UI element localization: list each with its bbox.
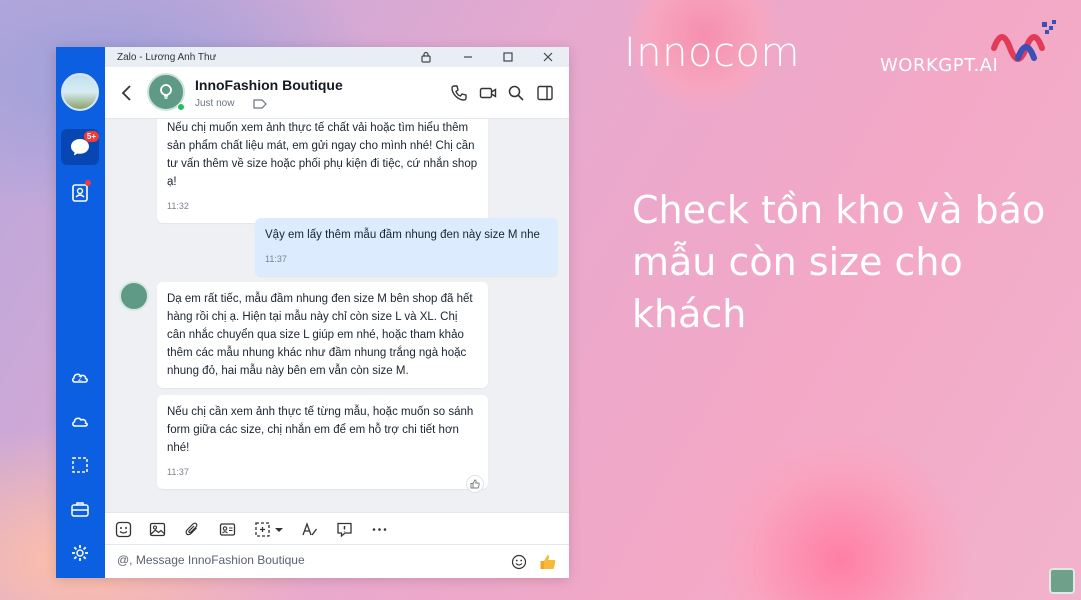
message-text: Dạ em rất tiếc, mẫu đầm nhung đen size M… (167, 293, 473, 377)
unread-badge: 5+ (83, 131, 99, 142)
sidebar: 5+ Z (56, 47, 105, 578)
message-time: 11:32 (167, 201, 189, 211)
cloud-icon (72, 417, 88, 427)
zalo-window: 5+ Z Zalo - Lương Anh Thư InnoFashion Bo… (56, 47, 569, 578)
window-titlebar: Zalo - Lương Anh Thư (105, 47, 569, 67)
message-bubble[interactable]: Dạ em rất tiếc, mẫu đầm nhung đen size M… (157, 282, 488, 388)
message-bubble-me[interactable]: Vậy em lấy thêm mẫu đầm nhung đen này si… (255, 218, 558, 276)
sidebar-item-settings[interactable] (61, 535, 99, 571)
gear-icon (72, 545, 88, 561)
more-options-icon[interactable] (371, 521, 388, 538)
sidebar-item-screenshot[interactable] (61, 447, 99, 483)
capture-icon[interactable] (254, 521, 271, 538)
search-icon[interactable] (507, 84, 525, 102)
sidebar-item-messages[interactable]: 5+ (61, 129, 99, 165)
contact-card-icon[interactable] (219, 521, 236, 538)
contacts-icon (72, 184, 88, 202)
sidebar-item-zcloud[interactable]: Z (61, 359, 99, 395)
chat-header: InnoFashion Boutique Just now (105, 67, 569, 119)
emoji-icon[interactable] (511, 554, 527, 570)
message-list: Nếu chị muốn xem ảnh thực tế chất vải ho… (105, 119, 569, 512)
message-text: Nếu chị muốn xem ảnh thực tế chất vải ho… (167, 122, 478, 188)
sticker-icon[interactable] (115, 521, 132, 538)
workgpt-logo-text: WORKGPT.AI (880, 55, 999, 76)
sidebar-item-cloud[interactable] (61, 403, 99, 439)
video-call-icon[interactable] (479, 84, 497, 102)
message-bubble[interactable]: Nếu chị muốn xem ảnh thực tế chất vải ho… (157, 119, 488, 223)
composer-toolbar (105, 512, 569, 545)
message-time: 11:37 (167, 467, 189, 477)
attachment-icon[interactable] (184, 521, 201, 538)
chevron-down-icon[interactable] (274, 521, 284, 538)
message-text: Nếu chị cần xem ảnh thực tế từng mẫu, ho… (167, 406, 474, 454)
user-avatar[interactable] (61, 73, 99, 111)
innocom-avatar-icon (160, 84, 172, 99)
message-time: 11:37 (265, 254, 287, 264)
phone-icon[interactable] (450, 84, 468, 102)
message-input[interactable] (117, 553, 497, 567)
text-format-icon[interactable] (301, 521, 318, 538)
chat-status: Just now (195, 98, 235, 109)
sidebar-toggle-icon[interactable] (536, 84, 554, 102)
message-text: Vậy em lấy thêm mẫu đầm nhung đen này si… (265, 229, 540, 241)
svg-text:Z: Z (78, 376, 82, 383)
online-indicator (177, 103, 185, 111)
close-button[interactable] (541, 50, 555, 64)
minimize-button[interactable] (461, 50, 475, 64)
contacts-dot (85, 180, 91, 186)
screenshot-icon (72, 457, 88, 473)
sidebar-item-contacts[interactable] (61, 175, 99, 211)
thumbs-up-icon (470, 479, 480, 489)
image-icon[interactable] (149, 521, 166, 538)
chat-name[interactable]: InnoFashion Boutique (195, 77, 343, 93)
tag-icon[interactable] (253, 98, 267, 110)
back-icon[interactable] (119, 83, 135, 103)
workgpt-logo-icon (991, 20, 1056, 62)
lock-icon[interactable] (419, 50, 433, 64)
corner-logo-icon (1049, 568, 1075, 594)
thumbs-up-send-icon[interactable] (539, 553, 557, 571)
maximize-button[interactable] (501, 50, 515, 64)
briefcase-icon (71, 502, 89, 517)
sender-avatar[interactable] (119, 281, 149, 311)
message-bubble[interactable]: Nếu chị cần xem ảnh thực tế từng mẫu, ho… (157, 395, 488, 489)
reminder-icon[interactable] (336, 521, 353, 538)
headline: Check tồn kho và báo mẫu còn size cho kh… (632, 188, 1046, 336)
innocom-logo-text: Innocom (624, 30, 800, 76)
zcloud-icon: Z (72, 373, 88, 383)
composer (105, 545, 569, 578)
sidebar-item-toolbox[interactable] (61, 491, 99, 527)
react-like-button[interactable] (466, 475, 484, 493)
window-title: Zalo - Lương Anh Thư (117, 52, 217, 63)
